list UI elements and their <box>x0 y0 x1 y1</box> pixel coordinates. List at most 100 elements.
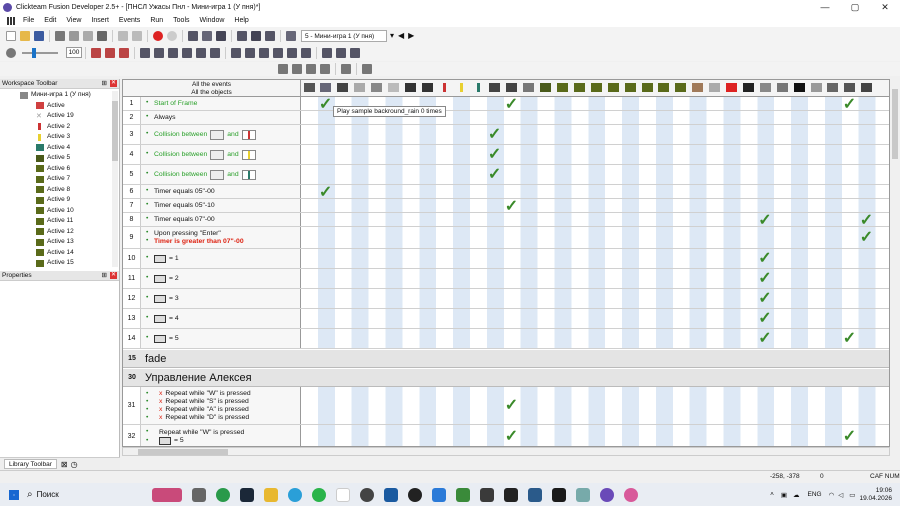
frame-dropdown-icon[interactable]: ▾ <box>390 31 394 40</box>
close-button[interactable]: ✕ <box>870 2 900 13</box>
whatsapp-icon[interactable] <box>312 487 326 502</box>
event-row[interactable]: 6 • Timer equals 05"-00 ✓ <box>123 185 889 201</box>
copy-icon[interactable] <box>69 30 79 41</box>
event-row[interactable]: 2 • Always <box>123 111 889 125</box>
toggle-icon[interactable] <box>196 47 206 58</box>
menu-file[interactable]: File <box>18 17 39 24</box>
maximize-button[interactable]: ▢ <box>840 2 870 13</box>
telegram-icon[interactable] <box>288 487 302 502</box>
tree-item[interactable]: Active <box>0 101 119 112</box>
action-check-icon[interactable]: ✓ <box>505 398 518 414</box>
pin-icon[interactable]: ⊞ <box>102 79 107 88</box>
grid-toggle-icon[interactable] <box>336 47 346 58</box>
object-column-icon[interactable] <box>844 82 856 94</box>
filter-icon[interactable] <box>154 47 164 58</box>
event-condition[interactable]: • = 3 <box>141 289 301 308</box>
fusion-icon[interactable] <box>600 487 614 502</box>
event-condition[interactable]: • Timer equals 07"-00 <box>141 213 301 226</box>
object-column-icon[interactable] <box>371 82 383 94</box>
object-column-icon[interactable] <box>590 82 602 94</box>
insert-group-icon[interactable] <box>119 47 129 58</box>
action-grid[interactable] <box>301 425 889 446</box>
object-column-icon[interactable] <box>557 82 569 94</box>
action-grid[interactable] <box>301 227 889 248</box>
app-icon-2[interactable] <box>384 487 398 502</box>
menu-view[interactable]: View <box>61 17 86 24</box>
workspace-close-icon[interactable]: ✕ <box>110 80 117 87</box>
ev-tool-6-icon[interactable] <box>362 64 372 74</box>
data-elements-icon[interactable] <box>265 30 275 41</box>
insert-event-icon[interactable] <box>91 47 101 58</box>
object-column-icon[interactable] <box>523 82 535 94</box>
event-condition[interactable]: • Collision between and <box>141 145 301 164</box>
menu-help[interactable]: Help <box>229 17 253 24</box>
object-column-icon[interactable] <box>776 82 788 94</box>
taskview-icon[interactable] <box>192 487 206 502</box>
tray-app-icon[interactable]: ▣ <box>781 491 787 499</box>
library-settings-icon[interactable]: ⊠ <box>61 460 68 469</box>
tree-item[interactable]: ✕ Active 19 <box>0 111 119 122</box>
action-grid[interactable] <box>301 185 889 198</box>
tree-item[interactable]: Active 4 <box>0 143 119 154</box>
taskbar-search[interactable]: ⌕ Поиск <box>27 489 147 500</box>
event-condition[interactable]: • = 2 <box>141 269 301 288</box>
list-editor-icon[interactable] <box>237 30 247 41</box>
object-column-icon[interactable] <box>742 82 754 94</box>
app-icon-10[interactable] <box>576 487 590 502</box>
windows-start-icon[interactable] <box>9 489 19 500</box>
ev-tool-4-icon[interactable] <box>320 64 330 74</box>
app-icon-8[interactable] <box>528 487 542 502</box>
event-row[interactable]: 13 • = 4 ✓ <box>123 309 889 329</box>
action-check-icon[interactable]: ✓ <box>505 429 518 445</box>
event-condition[interactable]: • = 5 <box>141 329 301 348</box>
event-row[interactable]: 32 • Repeat while "W" is pressed • = 5 ✓ ✓ <box>123 425 889 446</box>
app-icon-4[interactable] <box>432 487 446 502</box>
save-icon[interactable] <box>34 30 44 41</box>
tree-item[interactable]: Active 15 <box>0 258 119 269</box>
event-list-icon[interactable] <box>251 30 261 41</box>
storyboard-icon[interactable] <box>188 30 198 41</box>
event-row[interactable]: 8 • Timer equals 07"-00 ✓ ✓ <box>123 213 889 229</box>
tray-cloud-icon[interactable]: ☁ <box>793 491 800 499</box>
event-condition[interactable]: • Collision between and <box>141 165 301 184</box>
app-icon-7[interactable] <box>504 487 518 502</box>
new-icon[interactable] <box>6 30 16 41</box>
menu-run[interactable]: Run <box>145 17 168 24</box>
object-column-icon[interactable] <box>455 82 467 94</box>
event-condition[interactable]: • Collision between and <box>141 125 301 144</box>
workspace-scrollbar[interactable] <box>112 91 118 267</box>
wifi-icon[interactable]: ◠ <box>829 491 835 499</box>
minimize-button[interactable]: — <box>810 2 840 12</box>
find-icon[interactable] <box>168 47 178 58</box>
delete-icon[interactable] <box>97 30 107 41</box>
action-check-icon[interactable]: ✓ <box>758 271 771 287</box>
zoom-icon[interactable] <box>6 47 16 58</box>
ev-tool-5-icon[interactable] <box>341 64 351 74</box>
sort-icon[interactable] <box>287 47 297 58</box>
action-grid[interactable] <box>301 269 889 288</box>
widget-icon[interactable] <box>152 487 182 502</box>
battery-icon[interactable]: ▭ <box>849 491 855 499</box>
action-check-icon[interactable]: ✓ <box>488 167 501 183</box>
event-condition[interactable]: • x Repeat while "W" is pressed • x Repeat wh… <box>141 387 301 424</box>
event-group-header[interactable]: 15 fade <box>123 350 889 368</box>
tree-item[interactable]: Active 2 <box>0 122 119 133</box>
props-pin-icon[interactable]: ⊞ <box>102 271 107 280</box>
steam-icon[interactable] <box>240 487 254 502</box>
view-icon[interactable] <box>322 47 332 58</box>
app-icon-11[interactable] <box>624 487 638 502</box>
library-tab[interactable]: Library Toolbar <box>4 459 57 469</box>
action-grid[interactable] <box>301 249 889 268</box>
objects-icon[interactable] <box>140 47 150 58</box>
event-row[interactable]: 10 • = 1 ✓ <box>123 249 889 269</box>
app-icon-3[interactable] <box>408 487 422 502</box>
tray-arrow-icon[interactable]: ˄ <box>770 491 774 498</box>
tree-item[interactable]: Active 9 <box>0 195 119 206</box>
event-row[interactable]: 14 • = 5 ✓ ✓ <box>123 329 889 349</box>
tree-item[interactable]: Active 11 <box>0 216 119 227</box>
event-group-header[interactable]: 30 Управление Алексея <box>123 369 889 387</box>
editor-hscrollbar[interactable] <box>122 447 890 456</box>
paste-icon[interactable] <box>83 30 93 41</box>
tree-item[interactable]: Active 7 <box>0 174 119 185</box>
object-column-icon[interactable] <box>540 82 552 94</box>
